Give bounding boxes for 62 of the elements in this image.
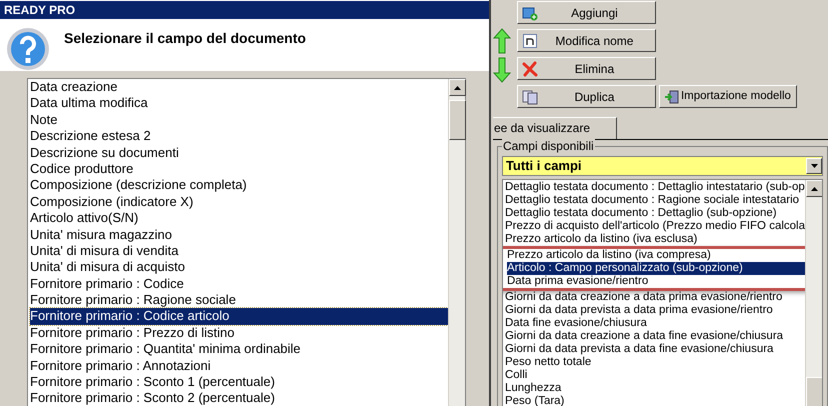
field-list-item[interactable]: Data creazione [30, 79, 448, 96]
scroll-up-button[interactable] [806, 180, 822, 197]
field-list-item[interactable]: Fornitore primario : Prezzo di listino [30, 324, 448, 342]
import-icon [664, 88, 680, 104]
available-field-item[interactable]: Data prima evasione/rientro [506, 275, 805, 288]
available-field-item[interactable]: Lunghezza [504, 382, 805, 395]
toolbar-button[interactable]: Modifica nome [516, 29, 656, 52]
scroll-thumb[interactable] [448, 100, 466, 140]
field-list-item[interactable]: Fornitore primario : Codice articolo [30, 308, 448, 325]
folder-add-icon [522, 4, 538, 20]
field-list-item[interactable]: Descrizione su documenti [30, 144, 448, 161]
scrollbar[interactable] [448, 79, 465, 406]
field-list-item[interactable]: Composizione (indicatore X) [30, 194, 448, 210]
field-list-item[interactable]: Composizione (descrizione completa) [30, 177, 448, 194]
dropdown-button[interactable] [806, 158, 822, 174]
delete-x-icon [522, 60, 538, 76]
field-list-item[interactable]: Articolo attivo(S/N) [30, 210, 448, 227]
field-list-item[interactable]: Fornitore primario : Sconto 1 (percentuale) [30, 374, 448, 390]
up-arrow-icon [811, 186, 818, 190]
down-arrow-icon[interactable] [492, 57, 511, 83]
available-field-item[interactable]: Dettaglio testata documento : Ragione sociale intestatario [504, 194, 805, 207]
available-field-item[interactable]: Dettaglio testata documento : Dettaglio (sub-opzione) [504, 207, 805, 220]
group-legend: Campi disponibili [502, 139, 595, 153]
available-field-item[interactable]: Prezzo articolo da listino (iva esclusa) [504, 233, 805, 246]
window-title: READY PRO [4, 2, 76, 19]
available-field-item[interactable]: Colli [504, 369, 805, 382]
toolbar-button[interactable]: Elimina [516, 57, 656, 80]
available-field-item[interactable]: Giorni da data creazione a data prima evasione/rientro [504, 291, 805, 304]
field-list-item[interactable]: Data ultima modifica [30, 95, 448, 112]
available-field-item[interactable]: Peso netto totale [504, 356, 805, 369]
toolbar-button[interactable]: Duplica [516, 85, 656, 108]
up-arrow-icon [454, 86, 461, 90]
up-arrow-icon[interactable] [492, 28, 511, 54]
tab[interactable]: ee da visualizzare [492, 117, 617, 139]
letter-n-icon [522, 32, 538, 48]
scroll-up-button[interactable] [448, 79, 466, 96]
field-list-item[interactable]: Codice produttore [30, 160, 448, 178]
available-field-item[interactable]: Giorni da data creazione a data fine evasione/chiusura [504, 330, 805, 343]
field-list-item[interactable]: Fornitore primario : Sconto 2 (percentuale) [30, 390, 448, 406]
field-list-item[interactable]: Fornitore primario : Codice [30, 276, 448, 292]
filter-dropdown[interactable]: Tutti i campi [502, 156, 823, 176]
copy-icon [522, 88, 538, 104]
field-list-item[interactable]: Fornitore primario : Ragione sociale [30, 292, 448, 308]
field-list-item[interactable]: Unita' misura magazzino [30, 226, 448, 243]
dialog-prompt: Selezionare il campo del documento [64, 29, 306, 48]
field-list-item[interactable]: Unita' di misura di acquisto [30, 259, 448, 276]
toolbar-button[interactable]: Aggiungi [516, 1, 656, 24]
available-field-item[interactable]: Prezzo articolo da listino (iva compresa) [506, 249, 805, 262]
scrollbar[interactable] [805, 180, 822, 406]
available-field-item[interactable]: Giorni da data prevista a data prima evasione/rientro [504, 304, 805, 317]
field-list-item[interactable]: Note [30, 112, 448, 128]
available-field-item[interactable]: Prezzo di acquisto dell'articolo (Prezzo medio FIFO calcola [504, 220, 805, 233]
field-list-item[interactable]: Descrizione estesa 2 [30, 128, 448, 145]
toolbar-button[interactable]: Importazione modello [658, 85, 797, 108]
available-field-item[interactable]: Data fine evasione/chiusura [504, 317, 805, 330]
available-field-item[interactable]: Dettaglio testata documento : Dettaglio intestatario (sub-op [504, 181, 805, 194]
field-list-item[interactable]: Unita' di misura di vendita [30, 242, 448, 260]
caret-icon [810, 164, 818, 168]
available-field-item[interactable]: Articolo : Campo personalizzato (sub-opzione) [506, 262, 805, 275]
field-list-item[interactable]: Fornitore primario : Quantita' minima ordinabile [30, 341, 448, 358]
available-field-item[interactable]: Giorni da data prevista a data fine evasione/chiusura [504, 343, 805, 356]
field-list-item[interactable]: Fornitore primario : Annotazioni [30, 358, 448, 374]
